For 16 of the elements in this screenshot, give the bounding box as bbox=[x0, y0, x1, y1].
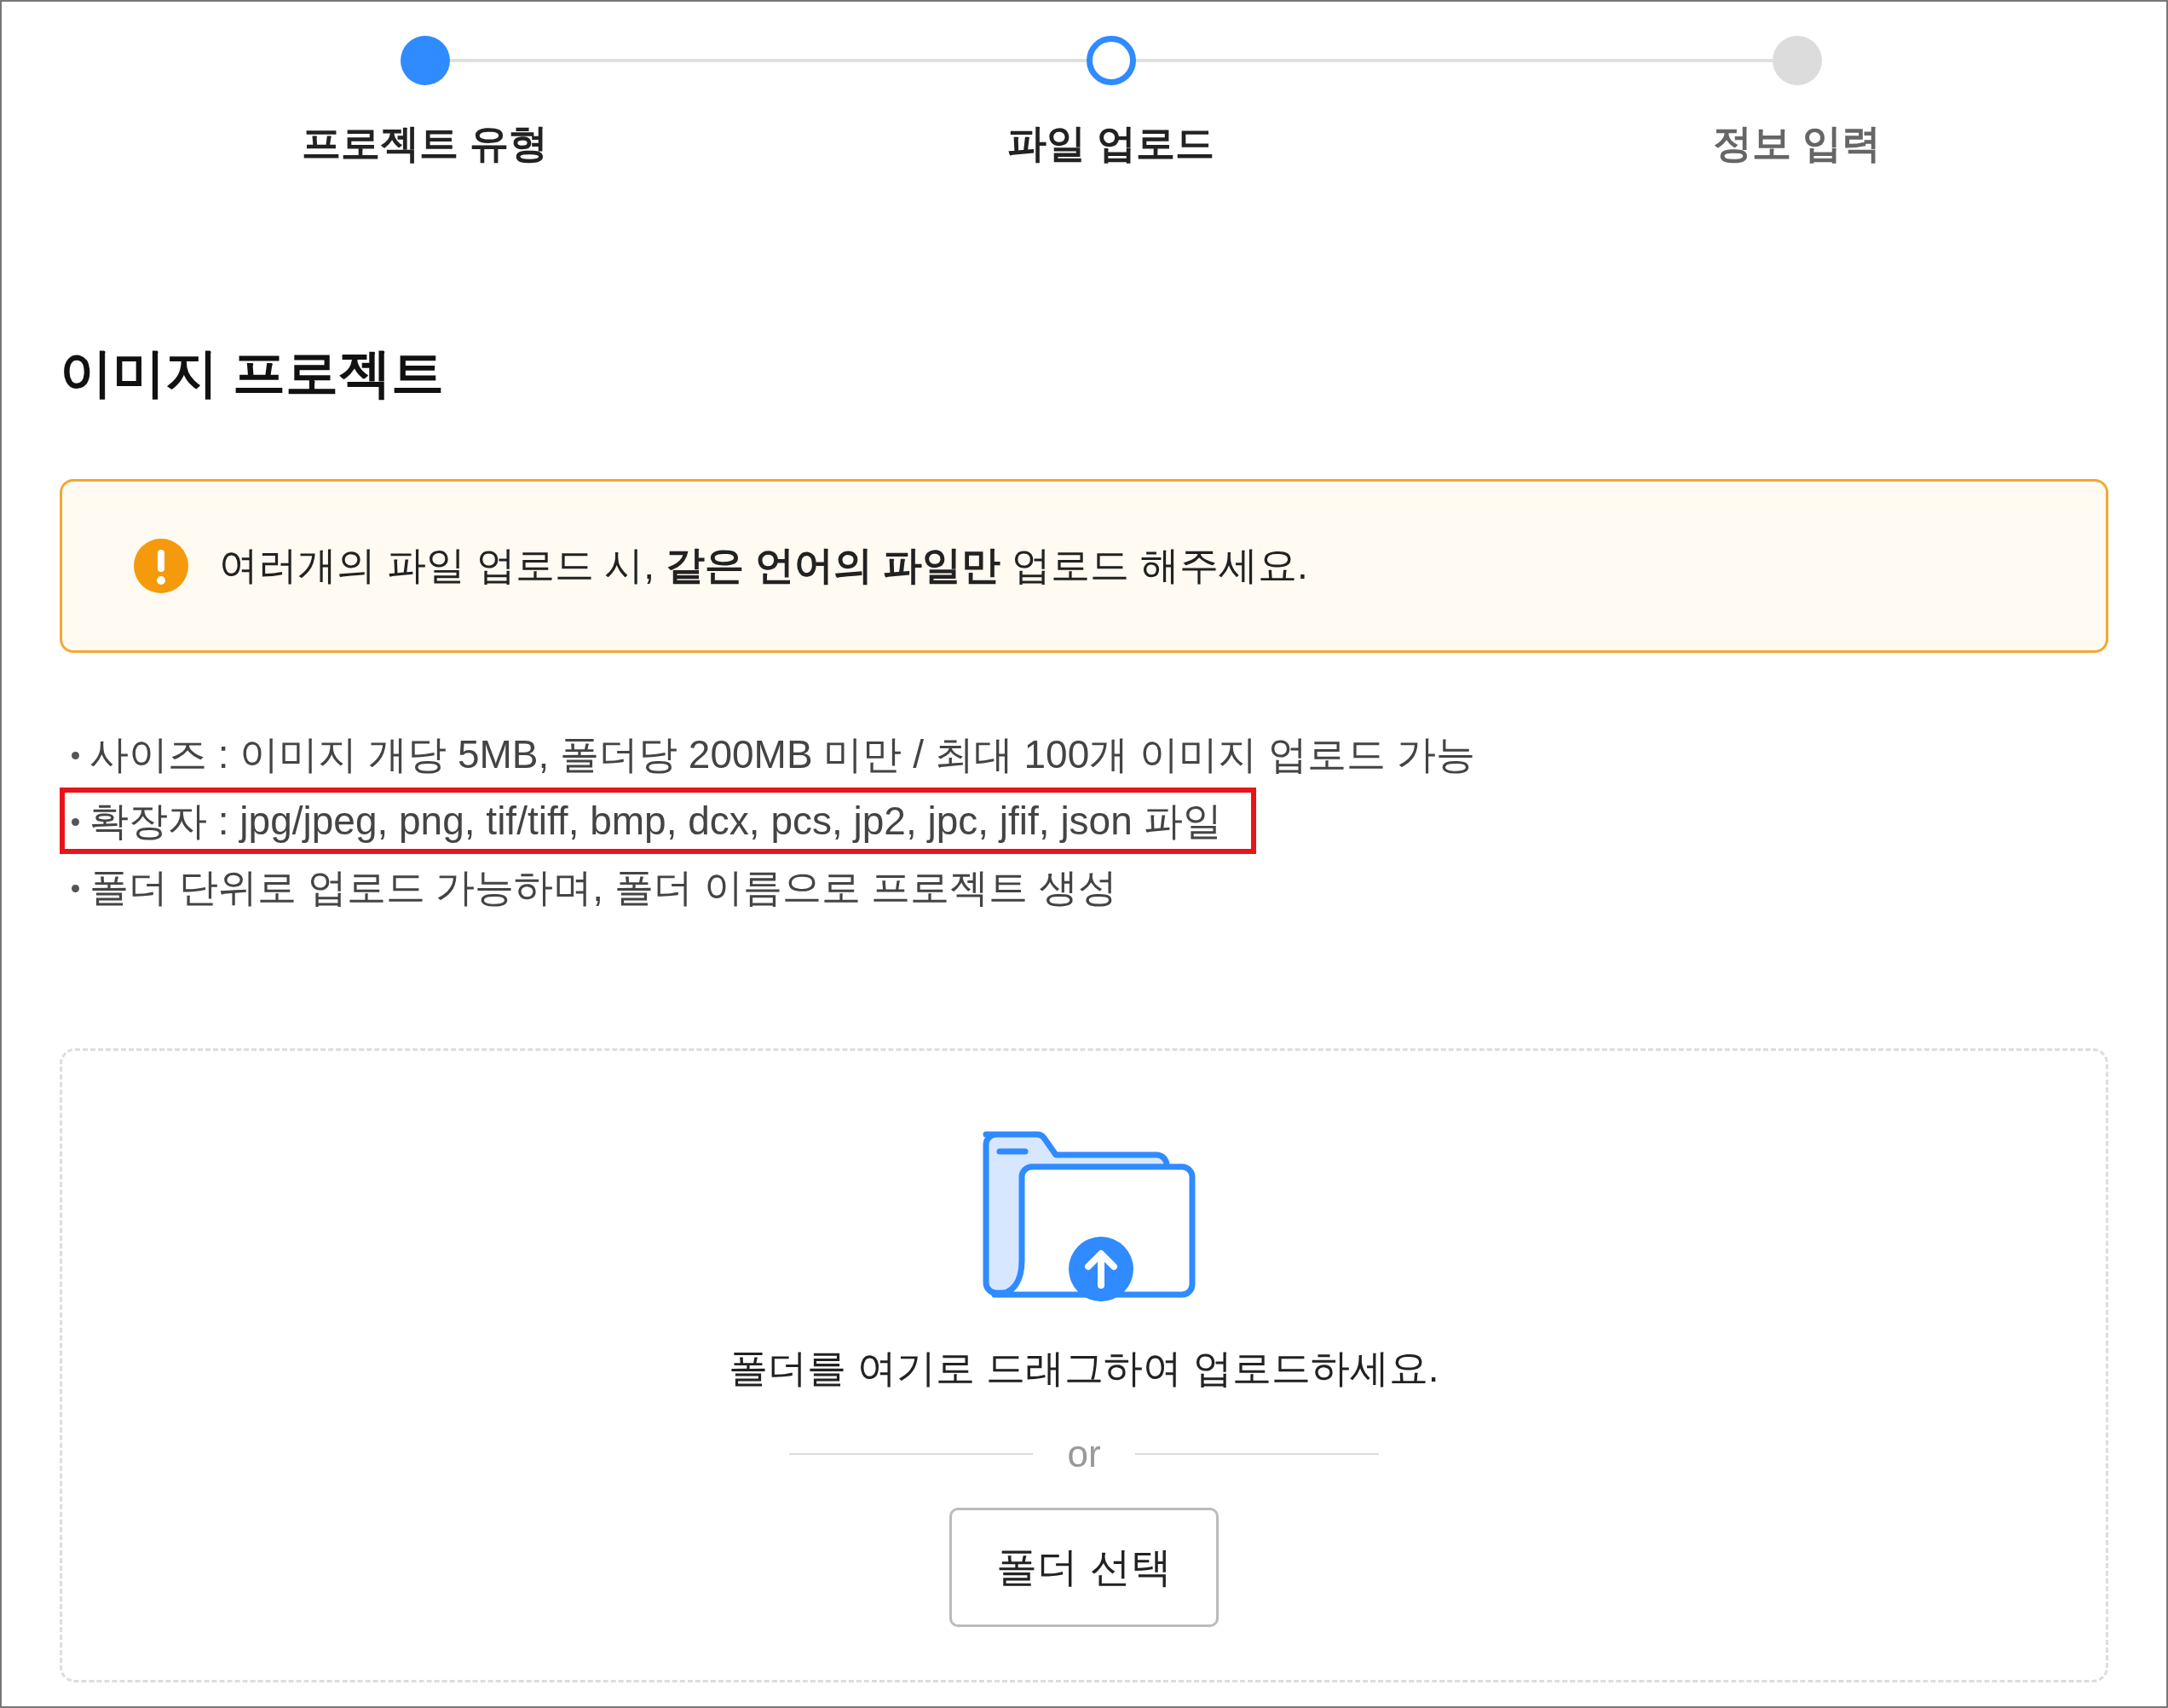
bullet-icon bbox=[72, 752, 79, 760]
alert-message: 여러개의 파일 업로드 시, 같은 언어의 파일만 업로드 해주세요. bbox=[219, 542, 1308, 589]
page-title: 이미지 프로젝트 bbox=[60, 343, 446, 404]
requirement-note: 폴더 단위로 업로드 가능하며, 폴더 이름으로 프로젝트 생성 bbox=[60, 854, 1152, 920]
step-label: 정보 입력 bbox=[1713, 120, 1881, 167]
select-folder-button[interactable]: 폴더 선택 bbox=[949, 1508, 1219, 1627]
step-label: 파일 업로드 bbox=[1007, 120, 1214, 167]
bullet-icon bbox=[72, 885, 79, 893]
drop-zone[interactable]: 폴더를 여기로 드래그하여 업로드하세요. or 폴더 선택 bbox=[60, 1048, 2108, 1682]
drop-hint: 폴더를 여기로 드래그하여 업로드하세요. bbox=[729, 1345, 1439, 1392]
bullet-icon bbox=[72, 818, 79, 827]
warning-icon bbox=[134, 539, 188, 593]
or-divider-label: or bbox=[1067, 1433, 1101, 1475]
requirement-note: 확장자 : jpg/jpeg, png, tif/tiff, bmp, dcx, pcs, jp2, jpc, jfif, json 파일 bbox=[60, 788, 1256, 854]
step-label: 프로젝트 유형 bbox=[302, 120, 548, 167]
requirement-note: 사이즈 : 이미지 개당 5MB, 폴더당 200MB 미만 / 최대 100개 이미지 업로드 가능 bbox=[60, 721, 1509, 788]
